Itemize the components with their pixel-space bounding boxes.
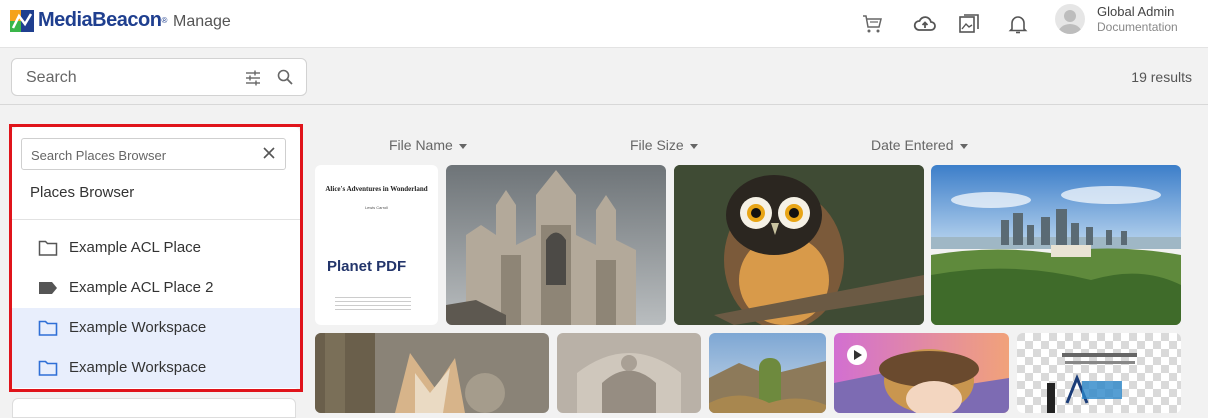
thumbnail-fennec-fox[interactable] — [315, 333, 549, 413]
sort-date-entered[interactable]: Date Entered — [871, 137, 968, 153]
search-placeholder: Search — [26, 69, 77, 86]
collapsed-panel[interactable] — [12, 398, 296, 418]
sort-file-size-label: File Size — [630, 137, 684, 153]
pdf-author: Lewis Carroll — [364, 205, 389, 210]
pdf-body-text — [335, 297, 411, 311]
pdf-logo: Planet PDF — [327, 258, 407, 275]
thumbnail-cactus[interactable] — [709, 333, 826, 413]
sort-file-name-label: File Name — [389, 137, 453, 153]
sort-file-name[interactable]: File Name — [389, 137, 467, 153]
chevron-down-icon — [689, 143, 698, 149]
results-count: 19 results — [1131, 69, 1192, 85]
filter-sliders-icon[interactable] — [244, 69, 262, 87]
thumbnail-pdf[interactable]: Alice's Adventures in Wonderland Lewis C… — [315, 165, 438, 325]
sort-file-size[interactable]: File Size — [630, 137, 698, 153]
divider — [0, 104, 1208, 105]
chevron-down-icon — [959, 143, 968, 149]
user-role: Documentation — [1097, 20, 1178, 34]
section-title[interactable]: Manage — [173, 13, 231, 31]
thumbnail-transparent-logo[interactable] — [1017, 333, 1181, 413]
thumbnail-animated-video[interactable] — [834, 333, 1009, 413]
thumbnail-cathedral[interactable] — [446, 165, 666, 325]
cloud-upload-icon[interactable] — [913, 12, 937, 36]
logo-text: MediaBeacon — [38, 9, 162, 31]
logo-registered: ® — [161, 16, 168, 25]
highlight-frame — [9, 124, 303, 392]
sort-date-entered-label: Date Entered — [871, 137, 954, 153]
user-name[interactable]: Global Admin — [1097, 4, 1174, 19]
thumbnail-owl[interactable] — [674, 165, 924, 325]
search-input[interactable]: Search — [11, 58, 307, 96]
top-bar: MediaBeacon ® Manage Global Admin Docume… — [0, 0, 1208, 48]
search-icon[interactable] — [276, 68, 294, 86]
chevron-down-icon — [458, 143, 467, 149]
mediabeacon-logo[interactable]: MediaBeacon ® — [10, 9, 167, 32]
avatar-icon — [1058, 10, 1082, 34]
bell-icon[interactable] — [1006, 12, 1030, 36]
thumbnail-stone-carving[interactable] — [557, 333, 701, 413]
logo-mark-icon — [10, 9, 34, 32]
cart-icon[interactable] — [860, 12, 884, 36]
thumbnail-city-skyline[interactable] — [931, 165, 1181, 325]
pdf-title: Alice's Adventures in Wonderland — [325, 185, 428, 193]
avatar[interactable] — [1055, 4, 1085, 34]
gallery-icon[interactable] — [957, 12, 981, 36]
